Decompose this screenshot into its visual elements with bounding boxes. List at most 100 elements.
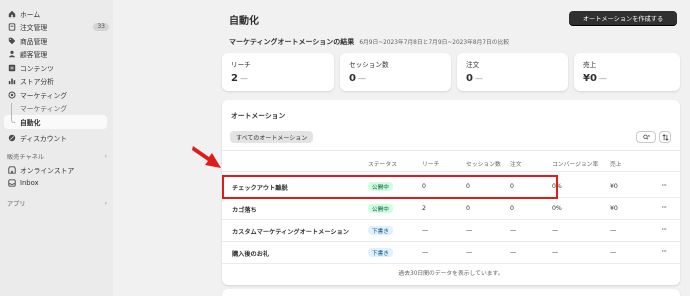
table-row[interactable]: カゴ落ち 公開中 2 0 0 0% ¥0 ···	[222, 198, 680, 220]
nav-label: Inbox	[20, 179, 39, 188]
reach-cell: 2	[422, 205, 426, 212]
orders-cell: —	[510, 227, 517, 234]
column-header: 売上	[610, 162, 622, 168]
nav-sub-automation[interactable]: 自動化	[4, 115, 107, 129]
orders-cell: 0	[510, 205, 514, 212]
metric-value: 0—	[349, 73, 366, 84]
chevron-right-icon: ›	[104, 152, 107, 160]
conversion-cell: —	[552, 249, 559, 256]
target-icon	[7, 90, 16, 99]
tag-icon	[7, 36, 16, 45]
store-icon	[7, 165, 16, 174]
nav-label: ストア分析	[20, 78, 54, 87]
chart-icon	[7, 77, 16, 86]
nav-label: ホーム	[20, 10, 41, 19]
chevron-right-icon: ›	[104, 199, 107, 207]
red-arrow-annotation	[192, 146, 221, 168]
metric-card-sales[interactable]: 売上 ¥0—	[574, 53, 680, 91]
metric-value: ¥0—	[583, 73, 607, 84]
status-badge: 公開中	[368, 204, 393, 213]
table-row[interactable]: カスタムマーケティングオートメーション 下書き — — — — — ···	[222, 220, 680, 242]
nav-label: 自動化	[20, 118, 41, 127]
sales-cell: —	[610, 227, 617, 234]
orders-cell: —	[510, 249, 517, 256]
nav-label: 商品管理	[20, 37, 48, 46]
sales-cell: ¥0	[610, 205, 618, 212]
automation-name[interactable]: カゴ落ち	[232, 205, 257, 214]
section-label: 販売チャネル	[7, 153, 45, 161]
data-range-note: 過去30日間のデータを表示しています。	[398, 271, 504, 277]
conversion-cell: 0%	[552, 205, 562, 212]
sort-button[interactable]	[659, 131, 671, 143]
column-header: 注文	[510, 162, 522, 168]
metric-card-sessions[interactable]: セッション数 0—	[340, 53, 451, 91]
nav-discounts[interactable]: ディスカウント	[0, 132, 113, 146]
more-actions-icon[interactable]: ···	[661, 225, 667, 234]
nav-marketing[interactable]: マーケティング	[0, 88, 113, 102]
metric-label: リーチ	[231, 61, 251, 69]
reach-cell: —	[422, 227, 429, 234]
column-header: セッション数	[466, 162, 501, 168]
status-badge: 下書き	[368, 248, 393, 257]
automation-name[interactable]: 購入後のお礼	[232, 249, 269, 258]
nav-analytics[interactable]: ストア分析	[0, 75, 113, 89]
discount-icon	[7, 134, 16, 143]
nav-content[interactable]: コンテンツ	[0, 61, 113, 75]
sessions-cell: —	[466, 227, 473, 234]
search-icon	[642, 134, 650, 139]
content-icon	[7, 63, 16, 72]
more-actions-icon[interactable]: ···	[661, 247, 667, 256]
metric-label: セッション数	[349, 61, 389, 69]
sales-cell: —	[610, 249, 617, 256]
card-title: オートメーション	[231, 112, 286, 120]
sales-channels-header[interactable]: 販売チャネル ›	[0, 149, 113, 163]
nav-orders[interactable]: 注文管理 33	[0, 21, 113, 35]
nav-label: 注文管理	[20, 24, 48, 33]
automation-name[interactable]: カスタムマーケティングオートメーション	[232, 227, 349, 236]
metric-label: 注文	[466, 61, 480, 69]
nav-home[interactable]: ホーム	[0, 7, 113, 21]
metric-card-reach[interactable]: リーチ 2—	[222, 53, 334, 91]
status-badge: 下書き	[368, 226, 393, 235]
highlight-box	[222, 175, 558, 199]
tree-connector	[11, 103, 15, 123]
table-header: ステータス リーチ セッション数 注文 コンバージョン率 売上	[222, 150, 680, 172]
search-filter-button[interactable]	[636, 131, 656, 143]
inbox-icon	[7, 179, 16, 188]
person-icon	[7, 50, 16, 59]
nav-label: コンテンツ	[20, 64, 54, 73]
nav-label: マーケティング	[20, 91, 68, 100]
nav-label: ディスカウント	[20, 135, 68, 144]
metric-value: 0—	[466, 73, 483, 84]
all-automations-tab[interactable]: すべてのオートメーション	[230, 131, 314, 143]
more-actions-icon[interactable]: ···	[661, 181, 667, 190]
nav-label: オンラインストア	[20, 166, 75, 175]
table-row[interactable]: 購入後のお礼 下書き — — — — — ···	[222, 242, 680, 264]
report-header: マーケティングオートメーションの結果 6月9日~2023年7月8日と7月9日~2…	[229, 37, 509, 47]
apps-header[interactable]: アプリ ›	[0, 196, 113, 210]
home-icon	[7, 9, 16, 18]
nav-sub-marketing[interactable]: マーケティング	[0, 102, 113, 116]
nav-label: マーケティング	[20, 105, 68, 114]
sidebar: ホーム 注文管理 33 商品管理 顧客管理 コンテンツ ストア分析 マーケティン…	[0, 0, 113, 296]
metric-value: 2—	[231, 73, 248, 84]
metric-card-orders[interactable]: 注文 0—	[457, 53, 568, 91]
nav-inbox[interactable]: Inbox	[0, 177, 113, 191]
nav-online-store[interactable]: オンラインストア	[0, 163, 113, 177]
sessions-cell: —	[466, 249, 473, 256]
nav-label: 顧客管理	[20, 51, 48, 60]
sort-icon	[661, 133, 669, 141]
reach-cell: —	[422, 249, 429, 256]
more-actions-icon[interactable]: ···	[661, 203, 667, 212]
nav-customers[interactable]: 顧客管理	[0, 48, 113, 62]
page-title: 自動化	[229, 16, 259, 27]
report-date-range: 6月9日~2023年7月8日と7月9日~2023年8月7日の比較	[359, 40, 510, 46]
order-icon	[7, 23, 16, 32]
conversion-cell: —	[552, 227, 559, 234]
nav-products[interactable]: 商品管理	[0, 34, 113, 48]
table-tools	[636, 131, 671, 143]
section-label: アプリ	[7, 200, 26, 208]
next-card-edge	[222, 289, 680, 296]
create-automation-button[interactable]: オートメーションを作成する	[569, 11, 677, 25]
report-title: マーケティングオートメーションの結果	[229, 38, 355, 46]
